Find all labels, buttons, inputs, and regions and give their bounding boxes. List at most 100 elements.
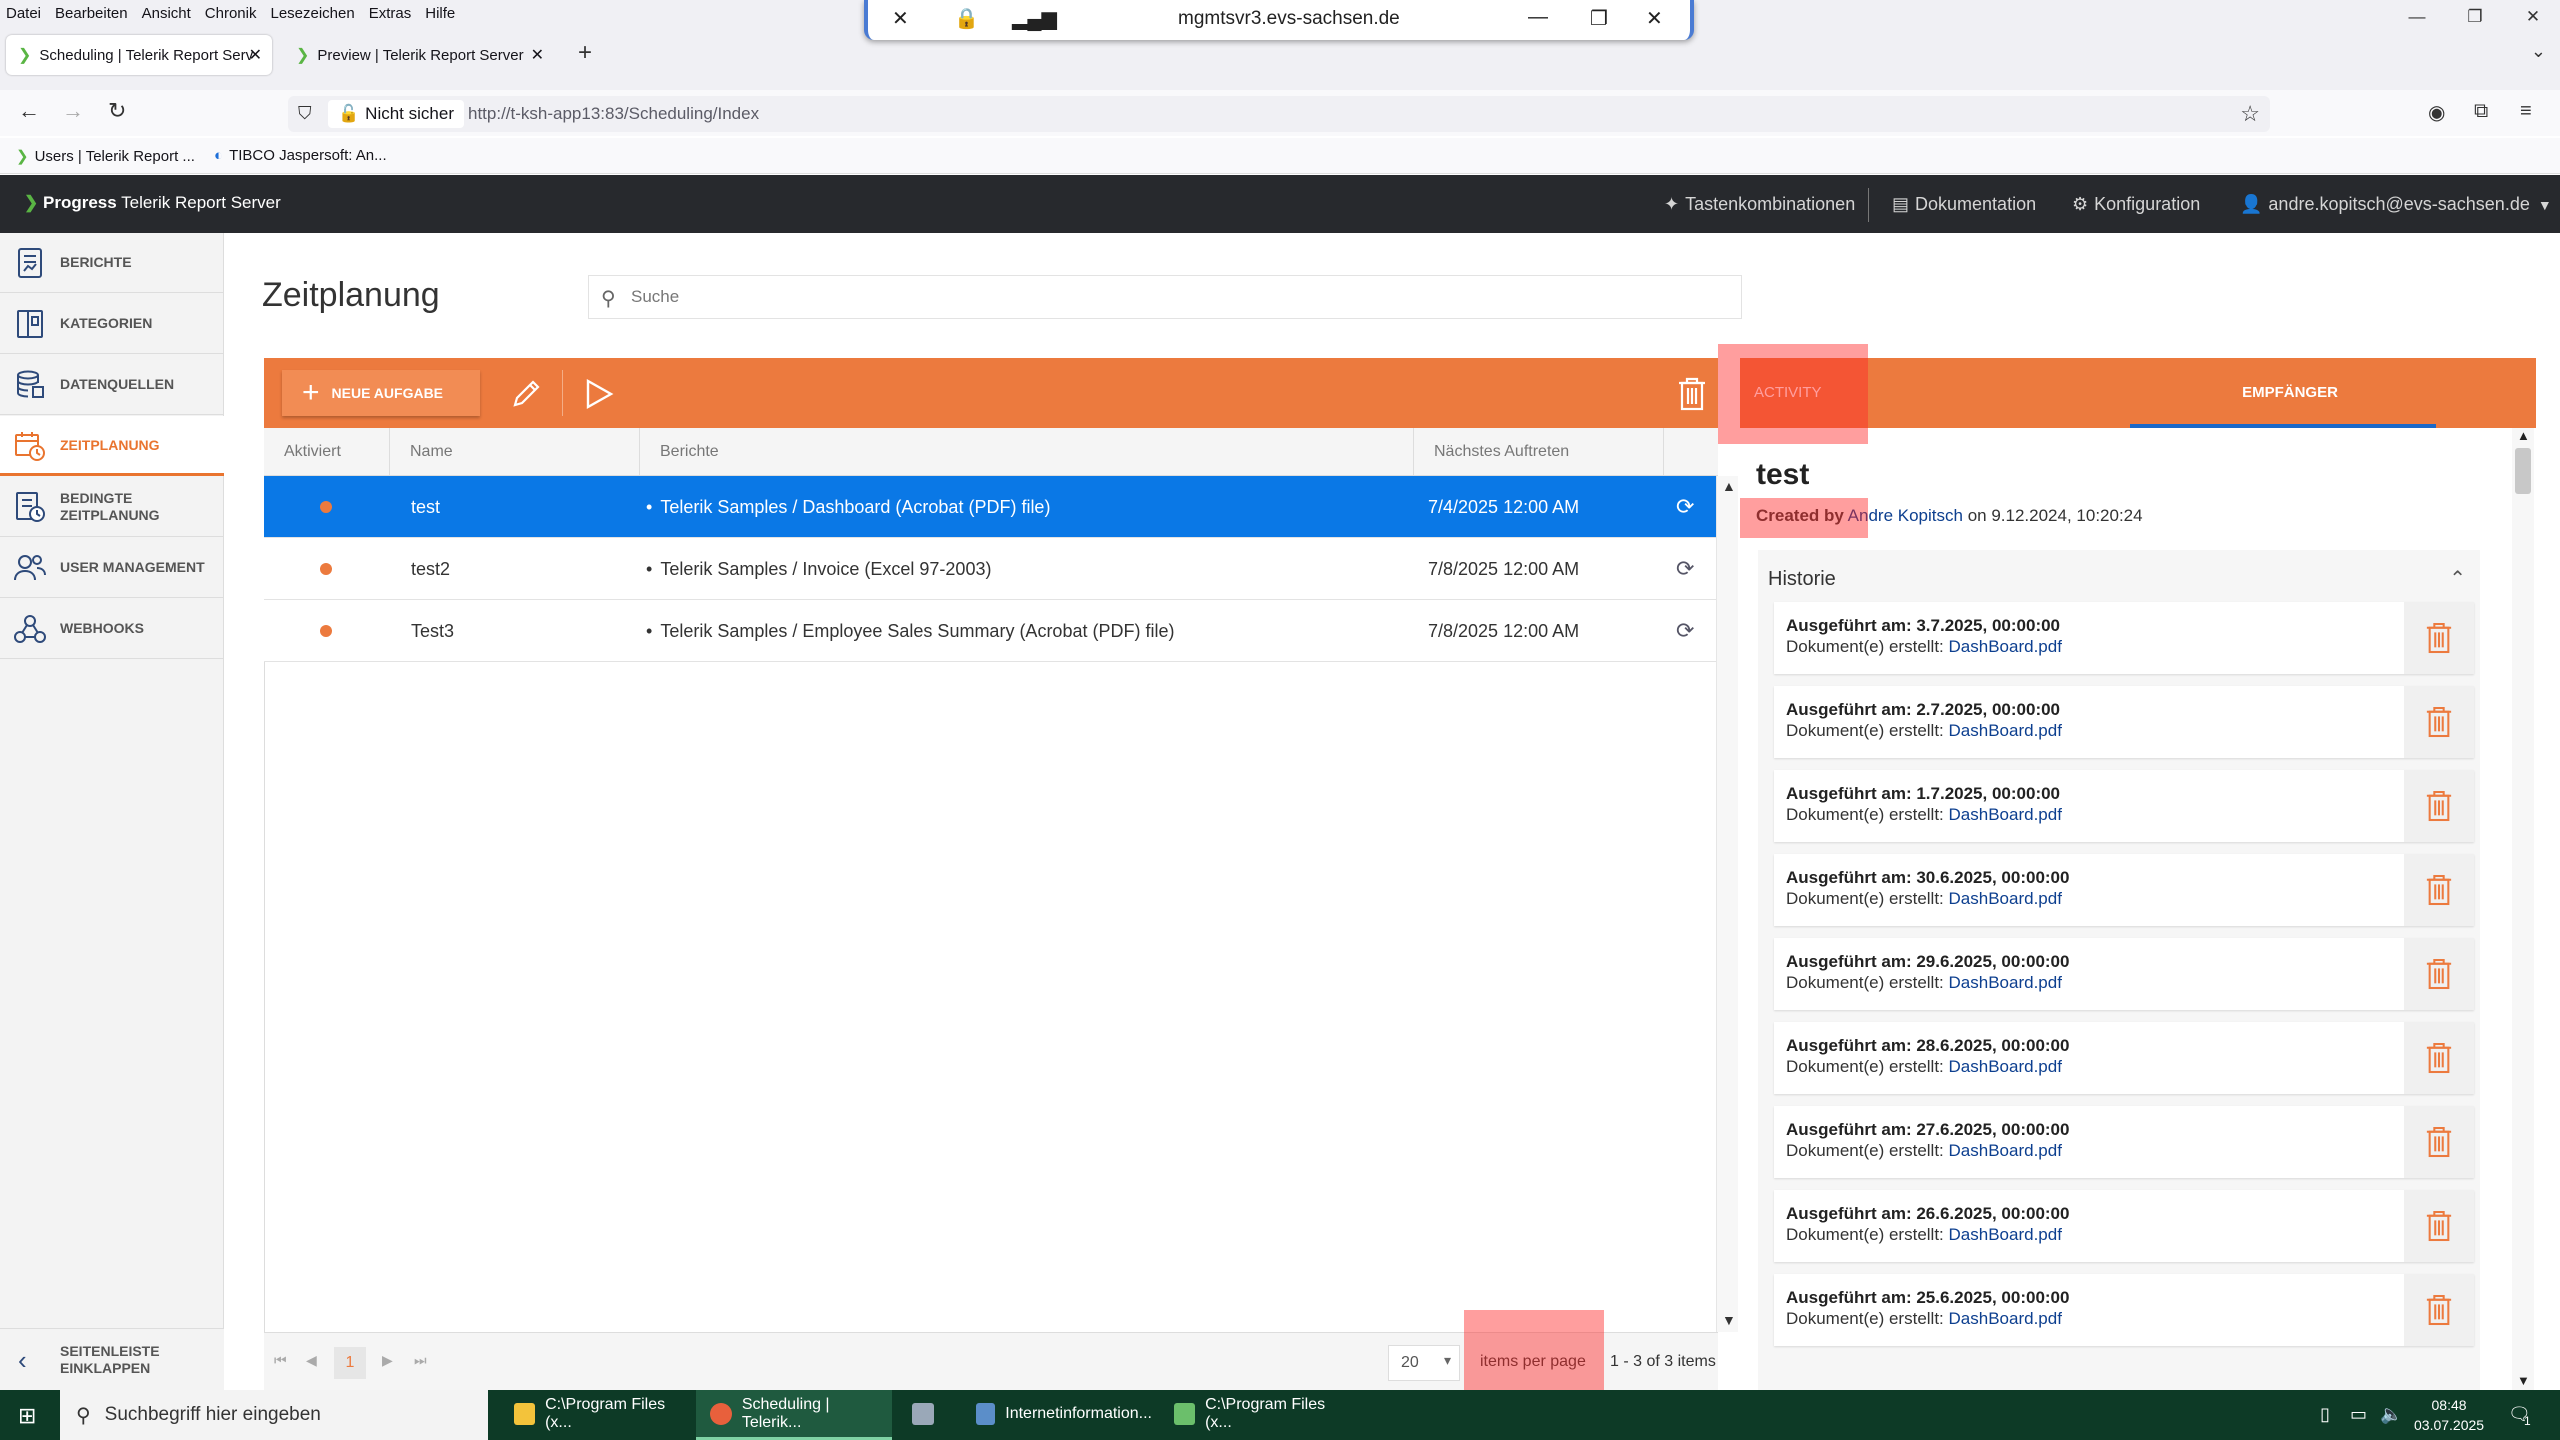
document-link[interactable]: DashBoard.pdf xyxy=(1949,721,2062,740)
bookmark-users[interactable]: ❯ Users | Telerik Report ... xyxy=(16,147,195,166)
documentation-link[interactable]: ▤ Dokumentation xyxy=(1892,194,2036,215)
pin-icon[interactable]: ✕ xyxy=(892,6,909,31)
edit-button[interactable] xyxy=(504,372,548,416)
sidebar-item-user-management[interactable]: USER MANAGEMENT xyxy=(0,538,224,598)
minimize-icon[interactable]: — xyxy=(2394,0,2440,33)
minimize-icon[interactable]: — xyxy=(1528,6,1548,29)
page-number[interactable]: 1 xyxy=(334,1347,366,1379)
document-link[interactable]: DashBoard.pdf xyxy=(1949,1309,2062,1328)
brand-logo[interactable]: ❯ Progress Telerik Report Server xyxy=(24,193,281,213)
menu-chronik[interactable]: Chronik xyxy=(205,5,257,22)
close-icon[interactable]: ✕ xyxy=(1646,6,1663,31)
bookmark-star-icon[interactable]: ☆ xyxy=(2240,101,2260,127)
forward-icon[interactable]: → xyxy=(62,98,84,124)
prev-page-icon[interactable]: ◀ xyxy=(306,1352,317,1369)
taskbar-search[interactable]: ⚲ Suchbegriff hier eingeben xyxy=(60,1390,488,1440)
table-row[interactable]: test2 Telerik Samples / Invoice (Excel 9… xyxy=(264,538,1718,600)
column-header-naechstes[interactable]: Nächstes Auftreten xyxy=(1414,428,1664,476)
run-button[interactable] xyxy=(576,372,620,416)
document-link[interactable]: DashBoard.pdf xyxy=(1949,1057,2062,1076)
menu-ansicht[interactable]: Ansicht xyxy=(142,5,191,22)
next-page-icon[interactable]: ▶ xyxy=(382,1352,393,1369)
sidebar-item-datenquellen[interactable]: DATENQUELLEN xyxy=(0,355,224,415)
page-size-select[interactable]: 20 ▾ xyxy=(1388,1345,1460,1381)
tab-scheduling[interactable]: ❯ Scheduling | Telerik Report Serv ✕ xyxy=(6,35,272,75)
scroll-down-icon[interactable]: ▼ xyxy=(2517,1373,2530,1388)
column-header-aktiviert[interactable]: Aktiviert xyxy=(264,428,390,476)
document-link[interactable]: DashBoard.pdf xyxy=(1949,1141,2062,1160)
taskbar-app-explorer[interactable]: C:\Program Files (x... xyxy=(500,1390,690,1440)
delete-history-button[interactable] xyxy=(2404,686,2474,758)
sidebar-item-bedingte-zeitplanung[interactable]: BEDINGTE ZEITPLANUNG xyxy=(0,477,224,537)
search-input[interactable] xyxy=(631,284,1721,310)
address-bar[interactable]: ⛉ 🔓 Nicht sicher http://t-ksh-app13:83/Sc… xyxy=(288,96,2270,132)
menu-extras[interactable]: Extras xyxy=(369,5,412,22)
not-secure-badge[interactable]: 🔓 Nicht sicher xyxy=(328,100,464,128)
delete-history-button[interactable] xyxy=(2404,602,2474,674)
tab-empfaenger[interactable]: EMPFÄNGER xyxy=(2150,384,2430,401)
taskbar-app-iis[interactable]: Internetinformation... xyxy=(962,1390,1152,1440)
document-link[interactable]: DashBoard.pdf xyxy=(1949,1225,2062,1244)
account-icon[interactable]: ◉ xyxy=(2428,100,2445,125)
restore-icon[interactable]: ❐ xyxy=(1590,6,1608,31)
configuration-link[interactable]: ⚙ Konfiguration xyxy=(2072,194,2200,215)
back-icon[interactable]: ← xyxy=(18,98,40,124)
delete-task-button[interactable] xyxy=(1670,372,1714,416)
menu-bearbeiten[interactable]: Bearbeiten xyxy=(55,5,128,22)
document-link[interactable]: DashBoard.pdf xyxy=(1949,637,2062,656)
menu-hilfe[interactable]: Hilfe xyxy=(425,5,455,22)
search-box[interactable]: ⚲ xyxy=(588,275,1742,319)
usb-icon[interactable]: ▯ xyxy=(2320,1404,2330,1425)
table-row[interactable]: Test3 Telerik Samples / Employee Sales S… xyxy=(264,600,1718,662)
detail-scrollbar[interactable]: ▲ ▼ xyxy=(2512,428,2534,1390)
chevron-up-icon[interactable]: ⌃ xyxy=(2449,566,2466,591)
close-window-icon[interactable]: ✕ xyxy=(2510,0,2556,33)
delete-history-button[interactable] xyxy=(2404,1106,2474,1178)
delete-history-button[interactable] xyxy=(2404,1022,2474,1094)
document-link[interactable]: DashBoard.pdf xyxy=(1949,973,2062,992)
bookmark-jaspersoft[interactable]: ◐ TIBCO Jaspersoft: An... xyxy=(214,147,387,164)
last-page-icon[interactable]: ⏭ xyxy=(414,1352,427,1369)
sidebar-item-webhooks[interactable]: WEBHOOKS xyxy=(0,599,224,659)
scrollbar-thumb[interactable] xyxy=(2515,448,2531,494)
taskbar-app-notepad[interactable]: C:\Program Files (x... xyxy=(1160,1390,1350,1440)
taskbar-app-firefox[interactable]: Scheduling | Telerik... xyxy=(696,1390,892,1440)
scroll-down-icon[interactable]: ▼ xyxy=(1722,1312,1736,1328)
hamburger-menu-icon[interactable]: ≡ xyxy=(2520,100,2532,123)
close-tab-icon[interactable]: ✕ xyxy=(531,45,544,65)
user-menu[interactable]: 👤 andre.kopitsch@evs-sachsen.de ▼ xyxy=(2240,194,2552,215)
delete-history-button[interactable] xyxy=(2404,770,2474,842)
grid-scrollbar[interactable]: ▲ ▼ xyxy=(1716,476,1738,1332)
close-tab-icon[interactable]: ✕ xyxy=(249,45,262,65)
sidebar-item-zeitplanung[interactable]: ZEITPLANUNG xyxy=(0,416,224,476)
url-text[interactable]: http://t-ksh-app13:83/Scheduling/Index xyxy=(468,104,759,124)
network-icon[interactable]: ▭ xyxy=(2350,1404,2367,1425)
restore-icon[interactable]: ❐ xyxy=(2452,0,2498,33)
column-header-berichte[interactable]: Berichte xyxy=(640,428,1414,476)
document-link[interactable]: DashBoard.pdf xyxy=(1949,889,2062,908)
delete-history-button[interactable] xyxy=(2404,1190,2474,1262)
list-tabs-icon[interactable]: ⌄ xyxy=(2531,41,2546,62)
scroll-up-icon[interactable]: ▲ xyxy=(2517,428,2530,443)
extensions-icon[interactable]: ⧉ xyxy=(2474,100,2488,123)
delete-history-button[interactable] xyxy=(2404,938,2474,1010)
windows-start-icon[interactable]: ⊞ xyxy=(18,1403,36,1429)
shield-icon[interactable]: ⛉ xyxy=(298,103,312,124)
menu-datei[interactable]: Datei xyxy=(6,5,41,22)
column-header-name[interactable]: Name xyxy=(390,428,640,476)
document-link[interactable]: DashBoard.pdf xyxy=(1949,805,2062,824)
taskbar-app-remote[interactable] xyxy=(898,1390,954,1440)
collapse-sidebar-button[interactable]: ‹ SEITENLEISTE EINKLAPPEN xyxy=(0,1328,224,1390)
shortcuts-link[interactable]: ✦ Tastenkombinationen xyxy=(1664,194,1855,215)
sidebar-item-berichte[interactable]: BERICHTE xyxy=(0,233,224,293)
new-tab-icon[interactable]: + xyxy=(578,39,592,67)
menu-lesezeichen[interactable]: Lesezeichen xyxy=(270,5,354,22)
delete-history-button[interactable] xyxy=(2404,854,2474,926)
tab-preview[interactable]: ❯ Preview | Telerik Report Server ✕ xyxy=(284,35,554,75)
taskbar-clock[interactable]: 08:48 03.07.2025 xyxy=(2414,1395,2484,1435)
table-row[interactable]: test Telerik Samples / Dashboard (Acroba… xyxy=(264,476,1718,538)
volume-icon[interactable]: 🔈 xyxy=(2380,1404,2402,1425)
scroll-up-icon[interactable]: ▲ xyxy=(1722,478,1736,494)
delete-history-button[interactable] xyxy=(2404,1274,2474,1346)
reload-icon[interactable]: ↻ xyxy=(108,98,126,124)
